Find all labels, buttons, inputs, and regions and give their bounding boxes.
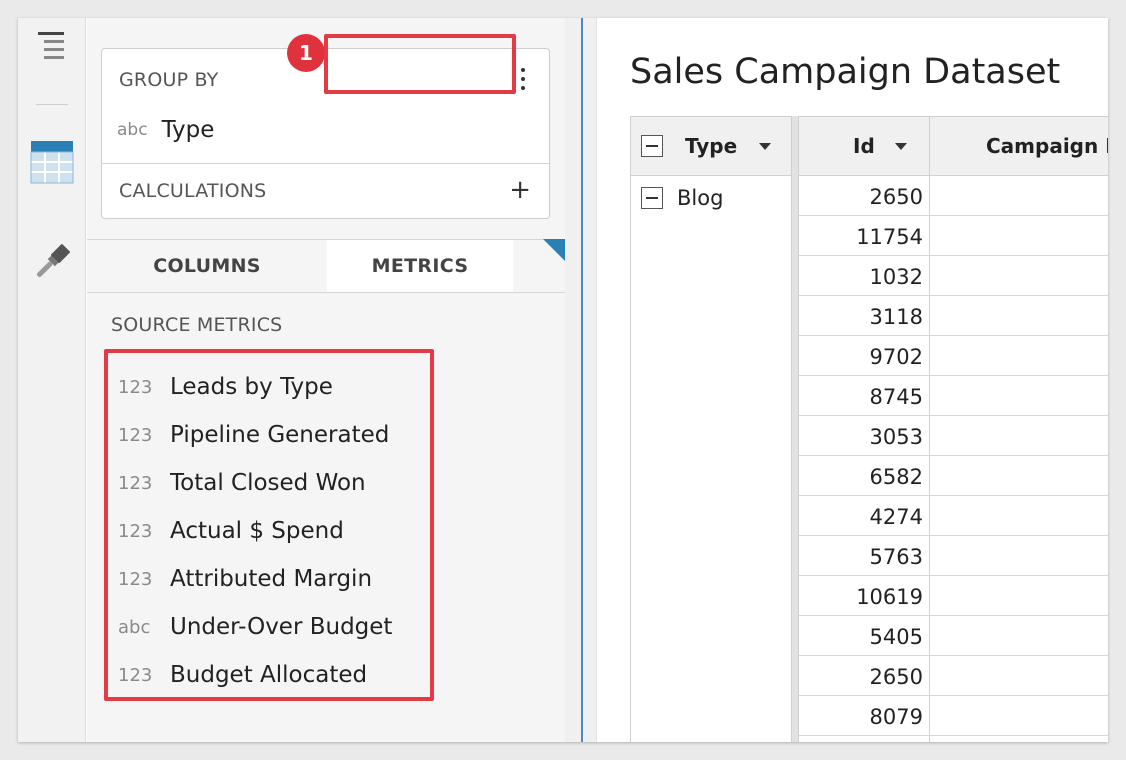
source-metrics-list: 123 Leads by Type 123 Pipeline Generated 1…	[104, 349, 434, 701]
step-badge: 1	[287, 34, 325, 72]
app-window: GROUP BY abc Type CALCULATIONS + COLUMNS…	[18, 18, 1108, 742]
add-calculation-button[interactable]: +	[509, 177, 531, 203]
metric-name: Attributed Margin	[170, 566, 373, 592]
id-cell: 2650	[869, 665, 923, 689]
chevron-down-icon[interactable]	[894, 142, 907, 150]
id-cell: 10619	[856, 585, 923, 609]
number-type-icon: 123	[118, 472, 153, 494]
table-row: 2650	[799, 176, 1108, 216]
group-by-field-name: Type	[161, 117, 215, 143]
id-cell: 4274	[869, 505, 923, 529]
rail-divider	[36, 104, 68, 105]
metric-item[interactable]: 123 Total Closed Won	[108, 459, 430, 507]
table-header: Type Id Campaign Id	[631, 116, 1108, 176]
panel-tabs: COLUMNS METRICS	[87, 239, 565, 293]
table-body: 2650 11754 1032 3118 9702 8745 3053 6582…	[799, 176, 1108, 736]
table-row: 10619	[799, 576, 1108, 616]
number-type-icon: 123	[118, 664, 153, 686]
table-row: 3053	[799, 416, 1108, 456]
tab-columns[interactable]: COLUMNS	[147, 240, 267, 292]
group-by-field[interactable]: abc Type	[117, 117, 214, 143]
metric-name: Under-Over Budget	[170, 614, 393, 640]
id-cell: 11754	[856, 225, 923, 249]
table-row: 4274	[799, 496, 1108, 536]
table-row: 5763	[799, 536, 1108, 576]
table-row: 5405	[799, 616, 1108, 656]
metric-item[interactable]: 123 Attributed Margin	[108, 555, 430, 603]
metric-item[interactable]: 123 Actual $ Spend	[108, 507, 430, 555]
id-cell: 5763	[869, 545, 923, 569]
column-header-type[interactable]: Type	[641, 117, 791, 175]
table-row: 2650	[799, 656, 1108, 696]
table-row: 3118	[799, 296, 1108, 336]
id-cell: 3053	[869, 425, 923, 449]
table-icon[interactable]	[18, 140, 86, 184]
table-row: 11754	[799, 216, 1108, 256]
id-cell: 2650	[869, 185, 923, 209]
table-row: 9702	[799, 336, 1108, 376]
group-by-label: GROUP BY	[119, 69, 219, 91]
group-row-blog[interactable]: Blog	[641, 186, 723, 210]
splitter-line	[581, 18, 583, 742]
number-type-icon: 123	[118, 376, 153, 398]
metric-name: Actual $ Spend	[170, 518, 344, 544]
metric-name: Pipeline Generated	[170, 422, 390, 448]
id-cell: 8745	[869, 385, 923, 409]
id-cell: 3118	[869, 305, 923, 329]
calculations-label: CALCULATIONS	[119, 180, 267, 202]
id-cell: 8079	[869, 705, 923, 729]
metric-item[interactable]: abc Under-Over Budget	[108, 603, 430, 651]
side-panel: GROUP BY abc Type CALCULATIONS + COLUMNS…	[87, 18, 565, 742]
metric-name: Total Closed Won	[170, 470, 366, 496]
table-row: 1032	[799, 256, 1108, 296]
id-cell: 9702	[869, 345, 923, 369]
metric-name: Leads by Type	[170, 374, 333, 400]
column-header-label: Type	[685, 134, 738, 158]
collapse-all-button[interactable]	[641, 135, 663, 157]
table-row: 6582	[799, 456, 1108, 496]
panel-corner-marker	[543, 239, 565, 261]
data-table: Type Id Campaign Id Blog 2650 11754	[630, 116, 1108, 742]
group-by-card: GROUP BY abc Type CALCULATIONS +	[101, 48, 550, 219]
metric-item[interactable]: 123 Pipeline Generated	[108, 411, 430, 459]
text-type-icon: abc	[118, 616, 151, 638]
page-title: Sales Campaign Dataset	[630, 52, 1061, 92]
card-divider	[102, 163, 549, 164]
table-row: 8745	[799, 376, 1108, 416]
number-type-icon: 123	[118, 520, 153, 542]
id-cell: 1032	[869, 265, 923, 289]
chevron-down-icon[interactable]	[759, 142, 772, 150]
menu-icon[interactable]	[18, 30, 86, 64]
tab-metrics[interactable]: METRICS	[327, 240, 513, 292]
table-row: 8079	[799, 696, 1108, 736]
id-cell: 5405	[869, 625, 923, 649]
id-cell: 6582	[869, 465, 923, 489]
column-divider	[791, 116, 799, 742]
column-header-label: Campaign Id	[986, 134, 1108, 158]
column-header-id[interactable]: Id	[853, 117, 929, 175]
column-header-campaign-id[interactable]: Campaign Id	[986, 117, 1108, 175]
metric-item[interactable]: 123 Leads by Type	[108, 363, 430, 411]
metric-item[interactable]: 123 Budget Allocated	[108, 651, 430, 699]
more-options-icon[interactable]	[513, 65, 533, 93]
main-content: Sales Campaign Dataset Type Id Campaign …	[598, 18, 1108, 742]
paintbrush-icon[interactable]	[18, 240, 86, 284]
column-header-label: Id	[853, 134, 875, 158]
number-type-icon: 123	[118, 568, 153, 590]
number-type-icon: 123	[118, 424, 153, 446]
group-value: Blog	[677, 186, 724, 210]
metric-name: Budget Allocated	[170, 662, 368, 688]
left-rail	[18, 18, 86, 742]
text-type-icon: abc	[117, 120, 148, 140]
source-metrics-label: SOURCE METRICS	[111, 314, 283, 336]
collapse-group-button[interactable]	[641, 187, 663, 209]
